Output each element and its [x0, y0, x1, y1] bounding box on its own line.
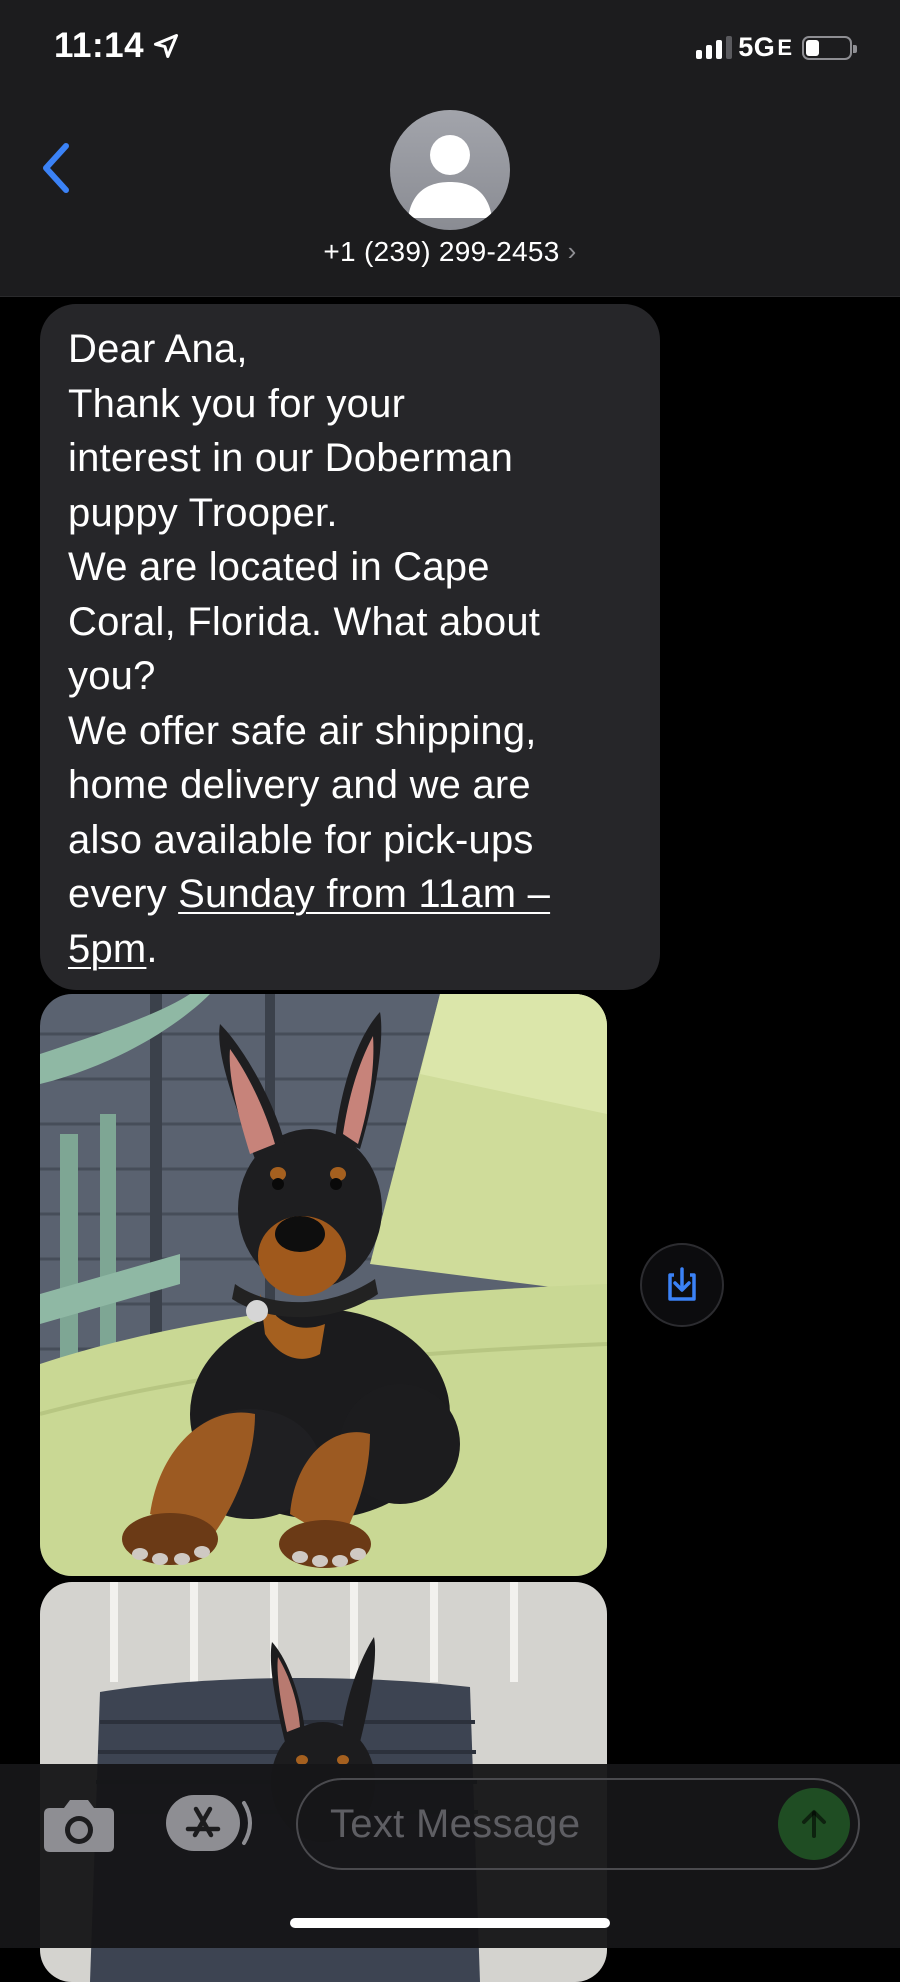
incoming-message-bubble[interactable]: Dear Ana, Thank you for your interest in… [40, 304, 660, 990]
save-photo-button[interactable] [640, 1243, 724, 1327]
network-suffix: E [777, 34, 792, 60]
save-download-icon [668, 1267, 696, 1301]
contact-avatar[interactable] [390, 110, 510, 230]
send-button[interactable] [778, 1788, 850, 1860]
conversation-header: 11:14 5G E +1 (239) 299-2453 › [0, 0, 900, 297]
contact-phone: +1 (239) 299-2453 [323, 236, 560, 267]
location-arrow-icon [154, 33, 179, 59]
back-button[interactable] [34, 138, 78, 198]
network-type: 5G [738, 32, 776, 62]
message-input[interactable]: Text Message [296, 1778, 860, 1870]
message-composer-bar: Text Message [0, 1764, 900, 1948]
status-bar-time: 11:14 [54, 26, 180, 66]
signal-icon [696, 35, 733, 59]
message-input-placeholder: Text Message [330, 1802, 581, 1846]
home-indicator[interactable] [290, 1918, 610, 1928]
time-label: 11:14 [54, 26, 145, 65]
contact-name-button[interactable]: +1 (239) 299-2453 › [0, 236, 900, 268]
message-text-end: . [146, 926, 158, 971]
message-photo-1[interactable] [40, 994, 607, 1576]
camera-icon[interactable] [42, 1794, 116, 1854]
message-text: Dear Ana, Thank you for your interest in… [68, 327, 541, 916]
status-bar-indicators: 5G E [696, 32, 857, 63]
battery-icon [802, 35, 857, 60]
doberman-puppy-photo [40, 994, 607, 1576]
send-arrow-icon [802, 1810, 826, 1838]
person-silhouette-icon [408, 135, 492, 218]
app-store-icon[interactable] [166, 1793, 256, 1853]
chevron-right-icon: › [567, 236, 577, 266]
